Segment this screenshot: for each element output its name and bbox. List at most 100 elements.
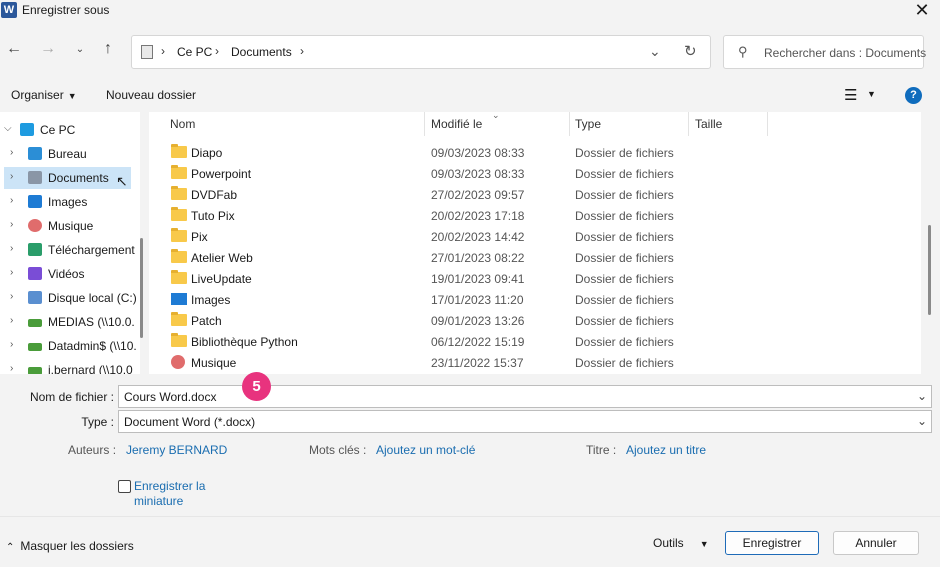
network-drive-icon [28, 343, 42, 351]
file-row[interactable]: Atelier Web 27/01/2023 08:22 Dossier de … [149, 247, 921, 268]
file-type-value: Document Word (*.docx) [124, 415, 256, 429]
nav-item-datadmin[interactable]: › Datadmin$ (\\10. [0, 335, 140, 357]
file-name: Images [191, 293, 231, 307]
file-type: Dossier de fichiers [575, 188, 674, 202]
collapsed-chevron-icon[interactable]: › [10, 147, 13, 158]
sort-descending-icon: ⌄ [492, 112, 500, 120]
authors-value[interactable]: Jeremy BERNARD [126, 443, 227, 457]
address-dropdown-chevron-icon[interactable]: ⌄ [649, 43, 661, 60]
column-header-modified[interactable]: Modifié le [431, 117, 482, 131]
caret-down-icon[interactable]: ▼ [867, 89, 876, 99]
column-header-name[interactable]: Nom [170, 117, 195, 131]
breadcrumb-ce-pc[interactable]: Ce PC [177, 45, 212, 59]
file-date: 06/12/2022 15:19 [431, 335, 525, 349]
address-bar[interactable]: › Ce PC › Documents › ⌄ ↻ [131, 35, 711, 69]
filename-field[interactable]: Cours Word.docx ⌄ [118, 385, 932, 408]
file-row[interactable]: Images 17/01/2023 11:20 Dossier de fichi… [149, 289, 921, 310]
search-placeholder: Rechercher dans : Documents [764, 46, 927, 60]
column-header-type[interactable]: Type [575, 117, 601, 131]
folder-icon [171, 144, 187, 158]
file-type: Dossier de fichiers [575, 146, 674, 160]
nav-item-ce-pc[interactable]: ⌵ Ce PC [0, 119, 140, 141]
cancel-button[interactable]: Annuler [833, 531, 919, 555]
nav-item-bureau[interactable]: › Bureau [0, 143, 140, 165]
documents-icon [28, 171, 42, 184]
column-divider[interactable] [569, 112, 570, 136]
file-row[interactable]: DVDFab 27/02/2023 09:57 Dossier de fichi… [149, 184, 921, 205]
expanded-chevron-icon[interactable]: ⌵ [4, 123, 12, 134]
forward-arrow-icon[interactable]: → [38, 40, 58, 58]
view-options-icon[interactable]: ☰ [844, 86, 857, 104]
breadcrumb-documents[interactable]: Documents [231, 45, 292, 59]
search-icon: ⚲ [738, 44, 748, 59]
collapsed-chevron-icon[interactable]: › [10, 339, 13, 350]
organize-label: Organiser [11, 88, 64, 102]
search-input[interactable]: ⚲ Rechercher dans : Documents [723, 35, 927, 69]
tools-menu-button[interactable]: Outils ▼ [653, 536, 709, 550]
up-arrow-icon[interactable]: ↑ [98, 40, 118, 58]
breadcrumb-separator[interactable]: › [300, 44, 304, 58]
chevron-down-icon[interactable]: ⌄ [917, 414, 927, 428]
column-divider[interactable] [424, 112, 425, 136]
collapsed-chevron-icon[interactable]: › [10, 171, 13, 182]
chevron-down-icon[interactable]: ⌄ [917, 389, 927, 403]
refresh-icon[interactable]: ↻ [684, 42, 697, 60]
collapsed-chevron-icon[interactable]: › [10, 195, 13, 206]
keywords-label: Mots clés : [309, 443, 367, 457]
file-row[interactable]: Patch 09/01/2023 13:26 Dossier de fichie… [149, 310, 921, 331]
file-row[interactable]: LiveUpdate 19/01/2023 09:41 Dossier de f… [149, 268, 921, 289]
nav-label: Disque local (C:) [48, 291, 137, 305]
tools-label: Outils [653, 536, 684, 550]
nav-item-videos[interactable]: › Vidéos [0, 263, 140, 285]
file-row[interactable]: Diapo 09/03/2023 08:33 Dossier de fichie… [149, 142, 921, 163]
file-type: Dossier de fichiers [575, 230, 674, 244]
back-arrow-icon[interactable]: ← [4, 40, 24, 58]
nav-item-disque-local[interactable]: › Disque local (C:) [0, 287, 140, 309]
recent-locations-chevron-icon[interactable]: ⌄ [70, 44, 90, 55]
nav-scrollbar[interactable] [140, 238, 143, 338]
file-type-select[interactable]: Document Word (*.docx) ⌄ [118, 410, 932, 433]
collapsed-chevron-icon[interactable]: › [10, 363, 13, 374]
help-icon[interactable]: ? [905, 87, 922, 104]
close-icon[interactable]: ✕ [912, 0, 932, 21]
file-date: 20/02/2023 14:42 [431, 230, 525, 244]
collapsed-chevron-icon[interactable]: › [10, 315, 13, 326]
nav-label: Téléchargement [48, 243, 135, 257]
title-input[interactable]: Ajoutez un titre [626, 443, 706, 457]
nav-item-images[interactable]: › Images [0, 191, 140, 213]
nav-item-telechargement[interactable]: › Téléchargement [0, 239, 140, 261]
organize-menu-button[interactable]: Organiser ▼ [11, 88, 77, 102]
new-folder-button[interactable]: Nouveau dossier [106, 88, 196, 102]
column-header-size[interactable]: Taille [695, 117, 722, 131]
nav-item-musique[interactable]: › Musique [0, 215, 140, 237]
file-row[interactable]: Tuto Pix 20/02/2023 17:18 Dossier de fic… [149, 205, 921, 226]
network-drive-icon [28, 319, 42, 327]
file-type: Dossier de fichiers [575, 293, 674, 307]
file-row[interactable]: Powerpoint 09/03/2023 08:33 Dossier de f… [149, 163, 921, 184]
keywords-input[interactable]: Ajoutez un mot-clé [376, 443, 475, 457]
save-thumbnail-checkbox[interactable] [118, 480, 131, 493]
file-list: Nom ⌄ Modifié le Type Taille Diapo 09/03… [149, 112, 921, 374]
save-button[interactable]: Enregistrer [725, 531, 819, 555]
nav-item-medias[interactable]: › MEDIAS (\\10.0. [0, 311, 140, 333]
column-divider[interactable] [767, 112, 768, 136]
save-thumbnail-label[interactable]: Enregistrer la miniature [134, 479, 214, 509]
collapsed-chevron-icon[interactable]: › [10, 243, 13, 254]
folder-icon [171, 207, 187, 221]
music-folder-icon [171, 355, 185, 369]
collapsed-chevron-icon[interactable]: › [10, 267, 13, 278]
file-list-scrollbar[interactable] [928, 225, 931, 315]
file-row[interactable]: Pix 20/02/2023 14:42 Dossier de fichiers [149, 226, 921, 247]
column-divider[interactable] [688, 112, 689, 136]
word-app-icon: W [1, 2, 17, 18]
file-name: Powerpoint [191, 167, 252, 181]
file-row[interactable]: Bibliothèque Python 06/12/2022 15:19 Dos… [149, 331, 921, 352]
file-type: Dossier de fichiers [575, 356, 674, 370]
file-row[interactable]: Musique 23/11/2022 15:37 Dossier de fich… [149, 352, 921, 373]
hide-folders-button[interactable]: ⌃ Masquer les dossiers [6, 539, 134, 553]
file-type: Dossier de fichiers [575, 335, 674, 349]
collapsed-chevron-icon[interactable]: › [10, 219, 13, 230]
nav-item-jbernard[interactable]: › j.bernard (\\10.0 [0, 359, 140, 374]
collapsed-chevron-icon[interactable]: › [10, 291, 13, 302]
nav-item-documents[interactable]: › Documents ↖ [4, 167, 131, 189]
